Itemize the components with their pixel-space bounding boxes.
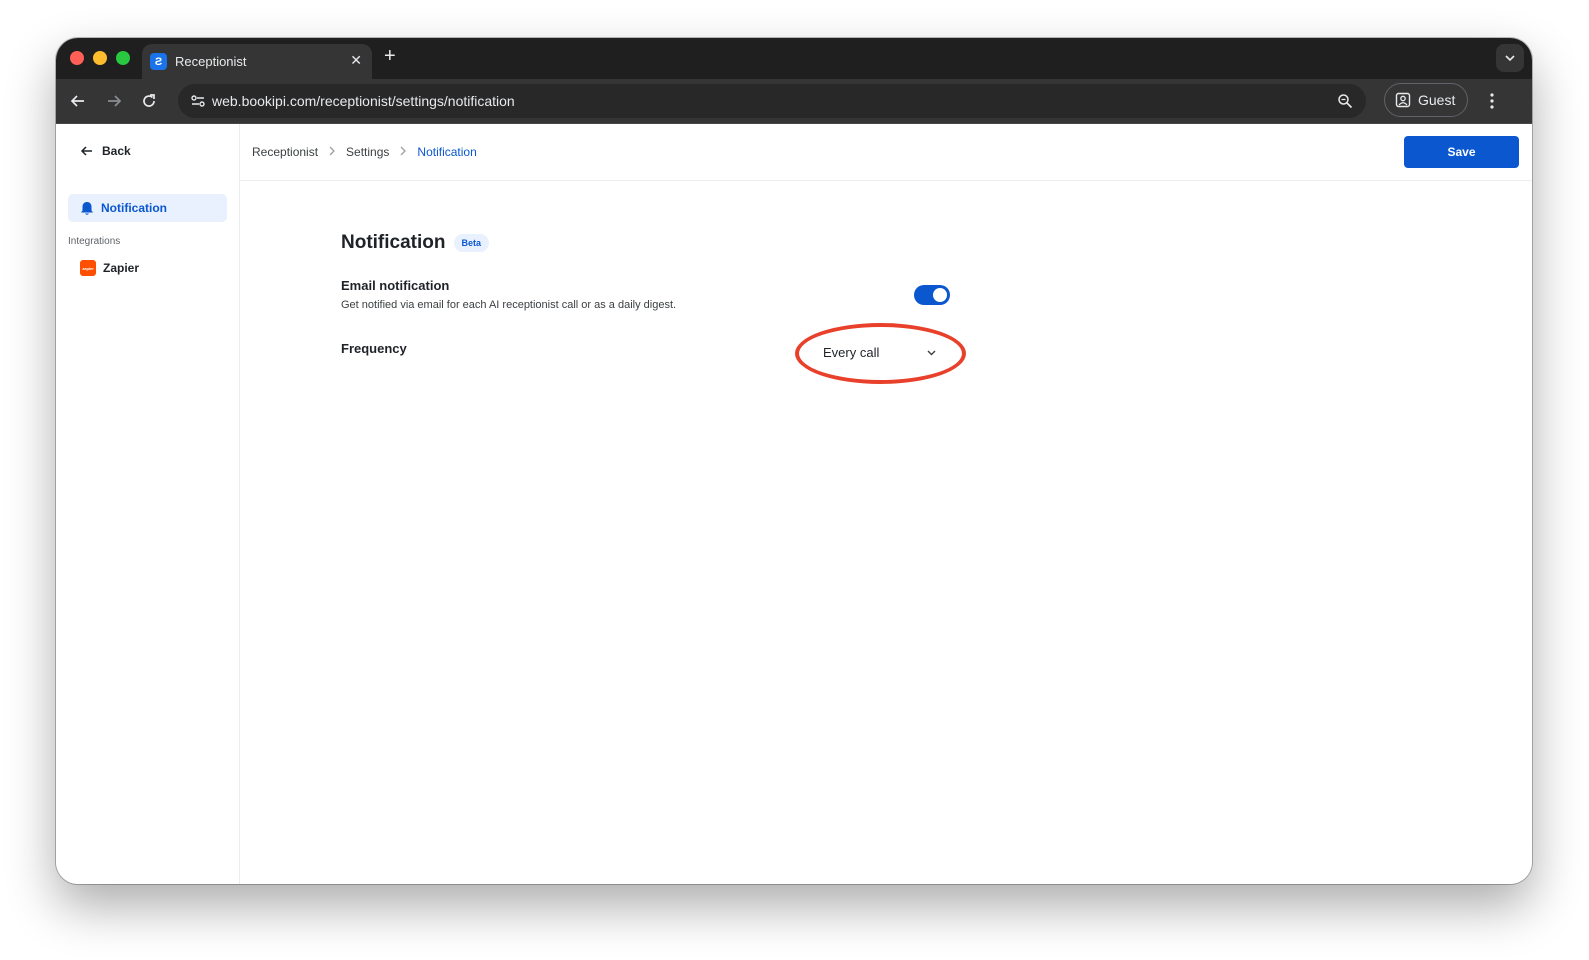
arrow-left-icon	[70, 95, 84, 107]
forward-nav-button[interactable]	[102, 89, 126, 113]
zapier-icon: zapier	[80, 260, 96, 276]
breadcrumb: Receptionist Settings Notification	[252, 145, 477, 159]
person-icon	[1395, 92, 1411, 108]
bell-icon	[81, 201, 93, 215]
chevron-down-icon	[1505, 55, 1515, 62]
frequency-select[interactable]: Every call	[809, 337, 949, 367]
close-window-button[interactable]	[70, 51, 84, 65]
minimize-window-button[interactable]	[93, 51, 107, 65]
sidebar-item-label: Zapier	[103, 261, 140, 275]
chevron-right-icon	[399, 145, 407, 159]
tab-title: Receptionist	[175, 54, 247, 69]
sidebar-section-integrations: Integrations	[68, 236, 121, 247]
profile-label: Guest	[1418, 92, 1456, 108]
reload-icon	[143, 94, 155, 107]
browser-menu-button[interactable]	[1480, 89, 1504, 113]
breadcrumb-notification: Notification	[417, 145, 477, 159]
save-button[interactable]: Save	[1404, 136, 1519, 168]
browser-tab[interactable]: Ƨ Receptionist ✕	[142, 44, 372, 79]
email-notification-title: Email notification	[341, 278, 450, 293]
back-nav-button[interactable]	[66, 89, 90, 113]
chevron-right-icon	[328, 145, 336, 159]
settings-sidebar: Back Notification Integrations zapier Za…	[56, 124, 240, 884]
more-vert-icon	[1490, 93, 1494, 109]
maximize-window-button[interactable]	[116, 51, 130, 65]
email-notification-description: Get notified via email for each AI recep…	[341, 299, 677, 311]
favicon-icon: Ƨ	[150, 53, 167, 70]
breadcrumb-receptionist[interactable]: Receptionist	[252, 145, 318, 159]
frequency-value: Every call	[823, 344, 880, 360]
new-tab-button[interactable]: +	[384, 46, 396, 66]
chevron-down-icon	[927, 350, 936, 355]
frequency-label: Frequency	[341, 341, 407, 356]
arrow-right-icon	[108, 95, 122, 107]
arrow-left-icon	[80, 146, 92, 156]
browser-window: Ƨ Receptionist ✕ + web.bookipi.com/recep…	[56, 38, 1532, 884]
app-page: Back Notification Integrations zapier Za…	[56, 124, 1532, 884]
tab-close-icon[interactable]: ✕	[350, 52, 362, 69]
profile-button[interactable]: Guest	[1384, 83, 1468, 117]
email-notification-toggle[interactable]	[914, 285, 950, 305]
browser-toolbar: web.bookipi.com/receptionist/settings/no…	[56, 79, 1532, 124]
breadcrumb-settings[interactable]: Settings	[346, 145, 389, 159]
reload-button[interactable]	[137, 89, 161, 113]
site-settings-icon[interactable]	[186, 89, 210, 113]
notification-panel: Notification Beta	[341, 232, 490, 254]
url-text: web.bookipi.com/receptionist/settings/no…	[212, 93, 515, 109]
beta-badge: Beta	[453, 234, 490, 252]
tab-search-button[interactable]	[1496, 44, 1524, 72]
back-button[interactable]: Back	[80, 144, 131, 158]
address-bar[interactable]: web.bookipi.com/receptionist/settings/no…	[178, 84, 1366, 118]
zoom-icon[interactable]	[1334, 90, 1356, 112]
toggle-knob	[933, 288, 947, 302]
back-label: Back	[102, 144, 131, 158]
sidebar-item-zapier[interactable]: zapier Zapier	[68, 255, 139, 281]
tab-strip: Ƨ Receptionist ✕ +	[56, 38, 1532, 79]
sidebar-item-label: Notification	[101, 201, 167, 215]
page-title: Notification	[341, 232, 446, 253]
page-header: Receptionist Settings Notification Save	[240, 124, 1532, 181]
sidebar-item-notification[interactable]: Notification	[68, 194, 227, 222]
